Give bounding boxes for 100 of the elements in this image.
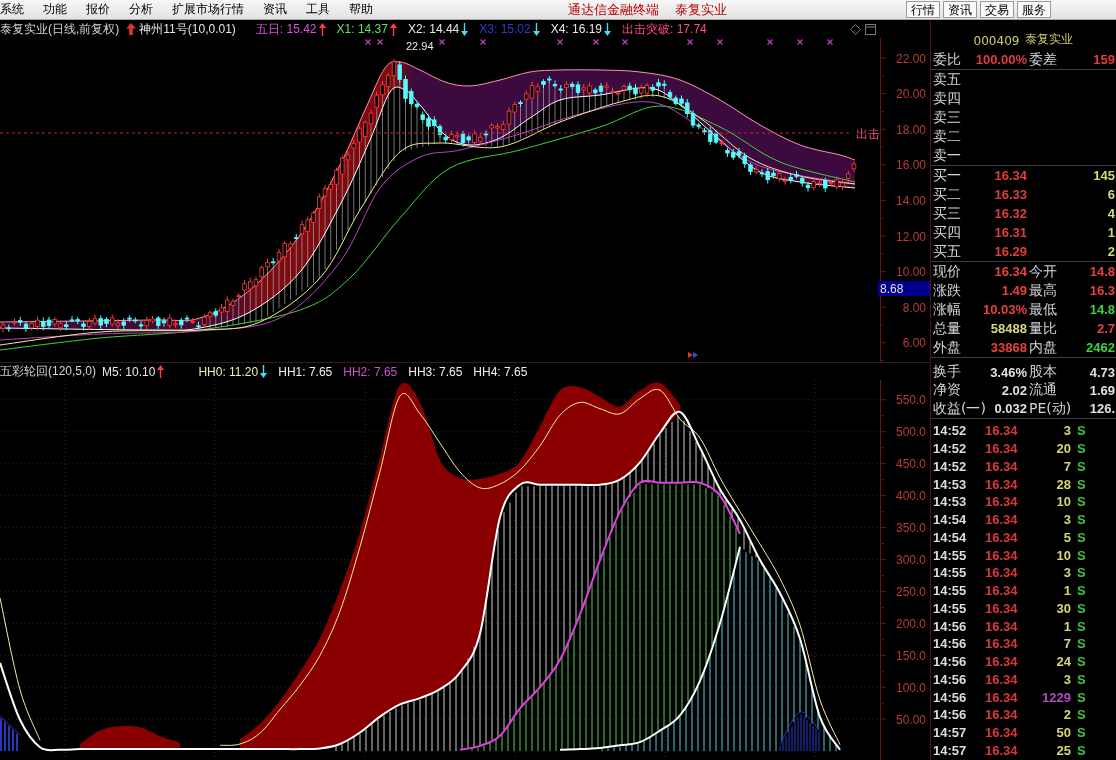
order-level-label: 买一 [933,166,961,185]
axis-label: 150.0 [895,648,926,663]
indicator-readout: M5: 10.10 [102,364,156,379]
axis-label: 400.0 [895,489,926,504]
indicator-readout: 五日: 15.42 [255,20,317,38]
axis-label: 100.0 [895,680,926,695]
tick-time: 14:54 [932,512,968,527]
tick-volume: 24 [1055,654,1071,669]
indicator-readout: X3: 15.02 [479,22,531,36]
tick-volume: 3 [1062,671,1071,687]
signal-mark [592,38,600,46]
menu-item[interactable]: 分析 [129,1,153,18]
toolbar-button[interactable]: 资讯 [943,1,977,18]
tick-side: S [1076,671,1087,687]
tick-time: 14:55 [932,565,968,581]
field-value: 33868 [990,340,1027,355]
tick-price: 16.34 [984,512,1019,527]
menu-item[interactable]: 帮助 [349,1,373,18]
field-value: 16.34 [994,264,1027,279]
field-value: 100.00% [975,52,1027,67]
bid-volume: 4 [1107,206,1115,221]
stock-name: 泰复实业 [1025,31,1074,48]
tick-volume: 50 [1055,725,1071,740]
menu-item[interactable]: 功能 [43,1,67,18]
tick-price: 16.34 [984,654,1019,669]
field-label: 总量 [933,319,961,338]
field-value: 159 [1093,52,1115,67]
axis-label: 20.00 [895,87,926,102]
tick-time: 14:57 [932,725,968,740]
square-icon[interactable] [865,23,876,35]
tick-price: 16.34 [984,689,1019,705]
indicator-readout: HH0: 11.20 [198,364,259,379]
tick-time: 14:53 [932,476,968,492]
axis-label: 14.00 [895,193,926,208]
signal-mark [826,38,834,46]
diamond-icon[interactable] [850,23,861,35]
tick-volume: 3 [1062,565,1071,581]
indicator-name: 神州11号(10,0.01) [139,20,236,38]
tick-time: 14:55 [932,600,968,616]
tick-side: S [1076,725,1087,740]
toolbar-button[interactable]: 服务 [1017,1,1051,18]
indicator-readout: HH2: 7.65 [343,364,398,379]
toolbar-button[interactable]: 交易 [980,1,1014,18]
tick-time: 14:57 [932,742,968,758]
indicator-readout: 出击突破: 17.74 [622,20,707,38]
menu-item[interactable]: 扩展市场行情 [172,1,244,18]
field-label: 流通 [1029,381,1057,400]
bid-price: 16.34 [994,168,1027,183]
tick-volume: 3 [1062,512,1071,527]
window-stock-name: 泰复实业 [675,0,727,19]
tick-time: 14:54 [932,529,968,545]
menu-item[interactable]: 工具 [306,1,330,18]
signal-mark [621,38,629,46]
stock-code: 000409 [973,34,1020,48]
axis-label: 18.00 [895,122,926,137]
field-value: 2.02 [1001,382,1027,398]
menu-item[interactable]: 系统 [0,1,24,18]
tick-side: S [1076,618,1087,634]
tick-side: S [1076,458,1087,474]
app-title: 通达信金融终端 [568,0,659,19]
axis-label: 50.00 [895,712,926,727]
axis-label: 200.0 [895,616,926,631]
axis-label: 550.0 [895,393,926,408]
tick-volume: 1 [1062,618,1071,634]
signal-mark [479,38,487,46]
menu-item[interactable]: 报价 [86,1,110,18]
field-label: 涨幅 [933,300,961,319]
tick-time: 14:56 [932,689,968,705]
tick-price: 16.34 [984,476,1019,492]
tick-time: 14:55 [932,583,968,598]
up-arrow-icon [126,23,137,35]
axis-label: 22.00 [895,51,926,66]
axis-label: 500.0 [895,425,926,440]
tick-time: 14:56 [932,618,968,634]
indicator-readout: HH4: 7.65 [473,364,528,379]
tick-side: S [1076,583,1087,598]
order-level-label: 卖三 [932,108,961,127]
tick-time: 14:52 [932,441,968,456]
axis-label: 16.00 [895,158,926,173]
field-label: PE(动) [1029,399,1072,418]
axis-label: 6.00 [902,336,926,351]
field-label: 换手 [933,363,961,382]
tick-side: S [1076,636,1087,652]
tick-price: 16.34 [984,529,1019,545]
signal-mark [438,38,446,46]
tick-volume: 5 [1062,529,1071,545]
toolbar-button[interactable]: 行情 [906,1,940,18]
axis-label: 350.0 [895,521,926,536]
tick-side: S [1076,742,1087,758]
menu-item[interactable]: 资讯 [263,1,287,18]
tick-volume: 10 [1055,547,1071,563]
field-label: 股本 [1029,363,1057,382]
tick-side: S [1076,529,1087,545]
order-level-label: 买二 [933,185,961,204]
tick-volume: 1 [1062,583,1071,598]
field-value: 4.73 [1089,364,1115,380]
cursor-price-tag: 8.68 [878,281,930,296]
signal-mark [796,38,804,46]
bump-curve-line [779,711,821,746]
bid-price: 16.33 [994,187,1027,202]
